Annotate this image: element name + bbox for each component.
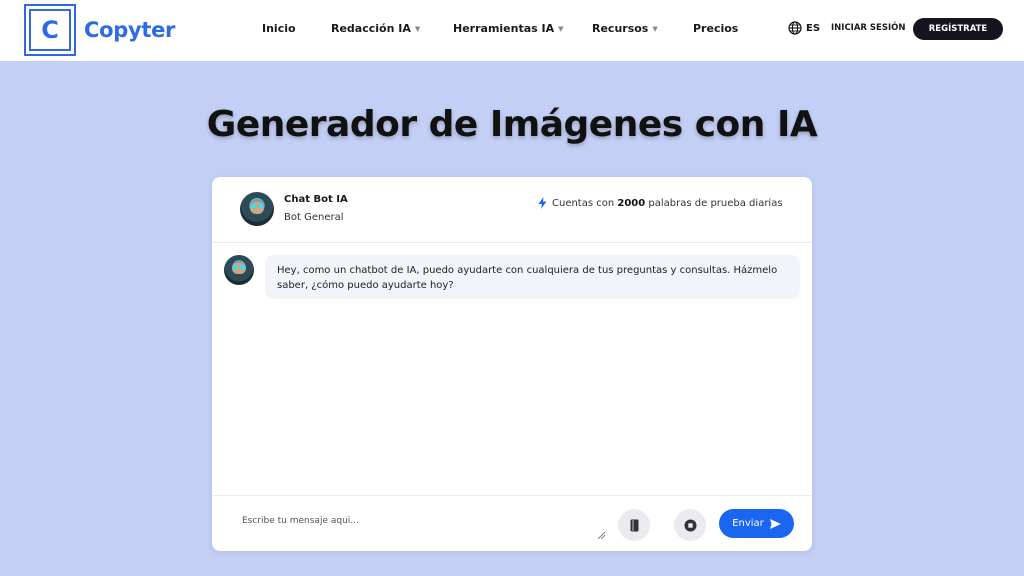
login-link[interactable]: INICIAR SESIÓN: [831, 23, 905, 33]
send-label: Enviar: [732, 518, 764, 529]
top-navbar: C Copyter Inicio Redacción IA ▼ Herramie…: [0, 0, 1024, 61]
trial-count: 2000: [617, 197, 646, 209]
logo-letter: C: [41, 16, 59, 44]
nav-item-recursos[interactable]: Recursos ▼: [592, 22, 658, 35]
nav-label: Precios: [693, 22, 739, 35]
bot-name: Chat Bot IA: [284, 194, 348, 205]
chevron-down-icon: ▼: [558, 24, 564, 33]
globe-icon: [788, 21, 802, 35]
send-button[interactable]: Enviar: [719, 509, 794, 538]
resize-handle-icon[interactable]: [598, 532, 605, 539]
trial-suffix: palabras de prueba diarias: [648, 197, 783, 209]
stop-circle-icon: [684, 519, 696, 531]
bot-avatar: [240, 192, 274, 226]
stop-button[interactable]: [674, 509, 706, 541]
chevron-down-icon: ▼: [652, 24, 658, 33]
nav-item-precios[interactable]: Precios: [693, 22, 738, 35]
nav-label: Recursos: [592, 22, 649, 35]
nav-item-herramientas-ia[interactable]: Herramientas IA ▼: [453, 22, 564, 35]
nav-label: Inicio: [262, 22, 296, 35]
language-label: ES: [806, 22, 821, 34]
trial-prefix: Cuentas con: [552, 197, 615, 209]
bot-role: Bot General: [284, 212, 344, 223]
nav-label: Herramientas IA: [453, 22, 555, 35]
nav-label: Redacción IA: [331, 22, 411, 35]
logo-icon: C: [24, 4, 76, 56]
brand-name: Copyter: [84, 18, 176, 42]
chevron-down-icon: ▼: [414, 24, 421, 33]
register-button[interactable]: REGÍSTRATE: [913, 18, 1003, 40]
notebook-icon: [630, 519, 638, 531]
chat-header: Chat Bot IA Bot General Cuentas con 2000…: [212, 177, 812, 243]
bot-message-avatar: [224, 255, 254, 285]
brand-logo[interactable]: C Copyter: [24, 4, 175, 56]
paper-plane-icon: [769, 518, 781, 529]
prompts-button[interactable]: [618, 509, 650, 541]
page-title: Generador de Imágenes con IA: [206, 104, 818, 145]
lightning-icon: [538, 197, 547, 209]
chat-card: Chat Bot IA Bot General Cuentas con 2000…: [212, 177, 812, 551]
bot-message: Hey, como un chatbot de IA, puedo ayudar…: [265, 255, 800, 299]
language-selector[interactable]: ES: [788, 21, 820, 35]
message-input[interactable]: [242, 516, 602, 526]
nav-item-redaccion-ia[interactable]: Redacción IA ▼: [331, 22, 420, 35]
chat-composer: Enviar: [212, 495, 812, 551]
trial-notice: Cuentas con 2000 palabras de prueba diar…: [538, 197, 783, 209]
nav-item-inicio[interactable]: Inicio: [262, 22, 296, 35]
